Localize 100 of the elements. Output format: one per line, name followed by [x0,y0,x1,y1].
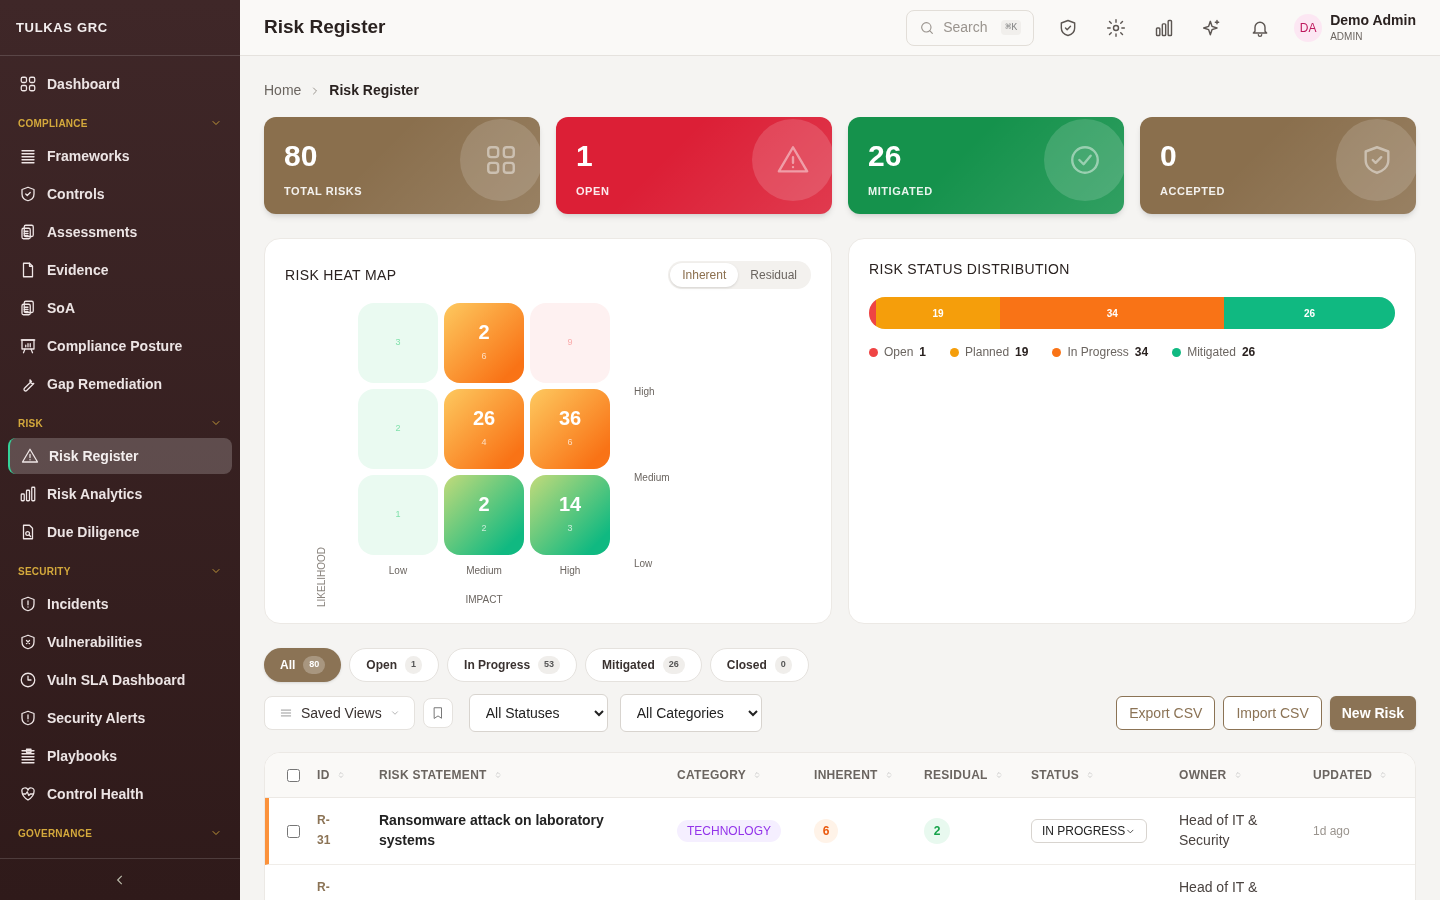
menu-icon [279,706,293,720]
sidebar-item[interactable]: Security Alerts [8,700,232,736]
score-badge: 2 [924,818,950,844]
sidebar-item[interactable]: SoA [8,290,232,326]
sidebar-item[interactable]: Risk Analytics [8,476,232,512]
search-icon [919,19,936,36]
bar-segment: 34 [1000,297,1225,329]
toggle-option[interactable]: Residual [738,263,809,287]
bar-chart-icon[interactable] [1154,17,1175,38]
sidebar-item[interactable]: Vuln SLA Dashboard [8,662,232,698]
sidebar-item[interactable]: Due Diligence [8,514,232,550]
table-row[interactable]: R- Head of IT & [265,865,1415,900]
cell-sub-count: 4 [481,436,487,450]
cell-count: 14 [558,494,582,515]
risk-id[interactable]: R- [317,877,330,897]
axis-label: Medium [465,564,503,578]
cell-count: 36 [558,408,582,429]
saved-views-button[interactable]: Saved Views [264,696,415,730]
sidebar-item[interactable]: Dashboard [8,66,232,102]
action-button[interactable]: New Risk [1329,696,1416,730]
select-all-checkbox[interactable] [286,768,300,782]
column-header[interactable]: CATEGORY [677,766,747,784]
sidebar-item[interactable]: Gap Remediation [8,366,232,402]
column-header[interactable]: RISK STATEMENT [379,766,487,784]
check-circle-icon [1068,143,1102,177]
category-tag: TECHNOLOGY [677,820,781,842]
count-badge: 0 [774,656,792,674]
cell-count: 26 [472,408,496,429]
section-header[interactable]: GOVERNANCE [8,826,232,840]
cell-count: 1 [395,508,401,522]
sidebar-item[interactable]: Evidence [8,252,232,288]
breadcrumb-current: Risk Register [329,81,419,100]
legend-label: In Progress [1067,344,1129,361]
sidebar-item[interactable]: Risk Register [8,438,232,474]
row-checkbox[interactable] [286,824,300,838]
grid-icon [19,75,37,93]
legend-label: Planned [965,344,1010,361]
filter-tab[interactable]: Open 1 [349,648,440,682]
section-header[interactable]: COMPLIANCE [8,116,232,130]
warning-icon [21,447,39,465]
section-header[interactable]: RISK [8,416,232,430]
search-placeholder: Search [943,18,989,37]
sidebar-item[interactable]: Playbooks [8,738,232,774]
sidebar-item[interactable]: Vulnerabilities [8,624,232,660]
action-button[interactable]: Import CSV [1223,696,1322,730]
bar-segment: 19 [875,297,1001,329]
table-row[interactable]: R- 31 Ransomware attack on laboratory systems TECHNOLOGY 6 2 IN PROGRESS Head of IT & Security 1d ago [265,798,1415,865]
stat-value: 26 [868,141,902,171]
count-badge: 80 [303,656,326,674]
filter-tab[interactable]: Mitigated 26 [585,648,702,682]
cell-sub-count: 6 [567,436,573,450]
legend-label: Mitigated [1187,344,1236,361]
settings-icon[interactable] [1106,17,1127,38]
heart-pulse-icon [19,785,37,803]
cell-sub-count: 2 [481,522,487,536]
risk-id[interactable]: R- 31 [317,810,331,850]
category-filter[interactable]: All Categories [619,694,762,732]
section-header[interactable]: SECURITY [8,564,232,578]
column-header[interactable]: OWNER [1179,766,1227,784]
axis-label: High [634,385,656,399]
column-header[interactable]: STATUS [1031,766,1080,784]
page-title: Risk Register [264,15,387,40]
legend-label: Open [884,344,914,361]
shield-alert-icon [19,709,37,727]
stat-value: 0 [1160,141,1177,171]
stat-value: 1 [576,141,593,171]
legend-count: 1 [919,344,927,361]
column-header[interactable]: UPDATED [1313,766,1373,784]
sidebar-item[interactable]: Controls [8,176,232,212]
sidebar-item[interactable]: Compliance Posture [8,328,232,364]
sidebar-item[interactable]: Assessments [8,214,232,250]
axis-label: Medium [634,471,670,485]
user-avatar[interactable]: DA [1294,13,1323,42]
user-name: Demo Admin [1330,11,1416,29]
column-header[interactable]: ID [317,766,330,784]
shortcut-key: ⌘K [1001,20,1022,35]
filter-tab[interactable]: In Progress 53 [447,648,578,682]
sidebar-item[interactable]: Frameworks [8,138,232,174]
column-header[interactable]: RESIDUAL [924,766,988,784]
grid-icon [484,143,518,177]
filter-tab[interactable]: All 80 [264,648,342,682]
clock-icon [19,671,37,689]
action-button[interactable]: Export CSV [1116,696,1216,730]
sidebar-item[interactable]: Control Health [8,776,232,812]
risk-statement[interactable]: Ransomware attack on laboratory systems [379,810,677,850]
sidebar-item[interactable]: Incidents [8,586,232,622]
cell-sub-count: 6 [481,350,487,364]
status-filter[interactable]: All Statuses [468,694,608,732]
toggle-option[interactable]: Inherent [670,263,739,287]
status-dropdown[interactable]: IN PROGRESS [1031,819,1147,843]
filter-tab[interactable]: Closed 0 [709,648,809,682]
cell-sub-count: 3 [567,522,573,536]
column-header[interactable]: INHERENT [814,766,878,784]
count-badge: 1 [405,656,423,674]
breadcrumb-link[interactable]: Home [264,80,302,101]
brand-name: TULKAS GRC [16,18,108,37]
updated-time: 1d ago [1313,823,1350,840]
stat-label: TOTAL RISKS [284,184,363,199]
shield-alert-icon [19,595,37,613]
legend-count: 26 [1241,344,1256,361]
